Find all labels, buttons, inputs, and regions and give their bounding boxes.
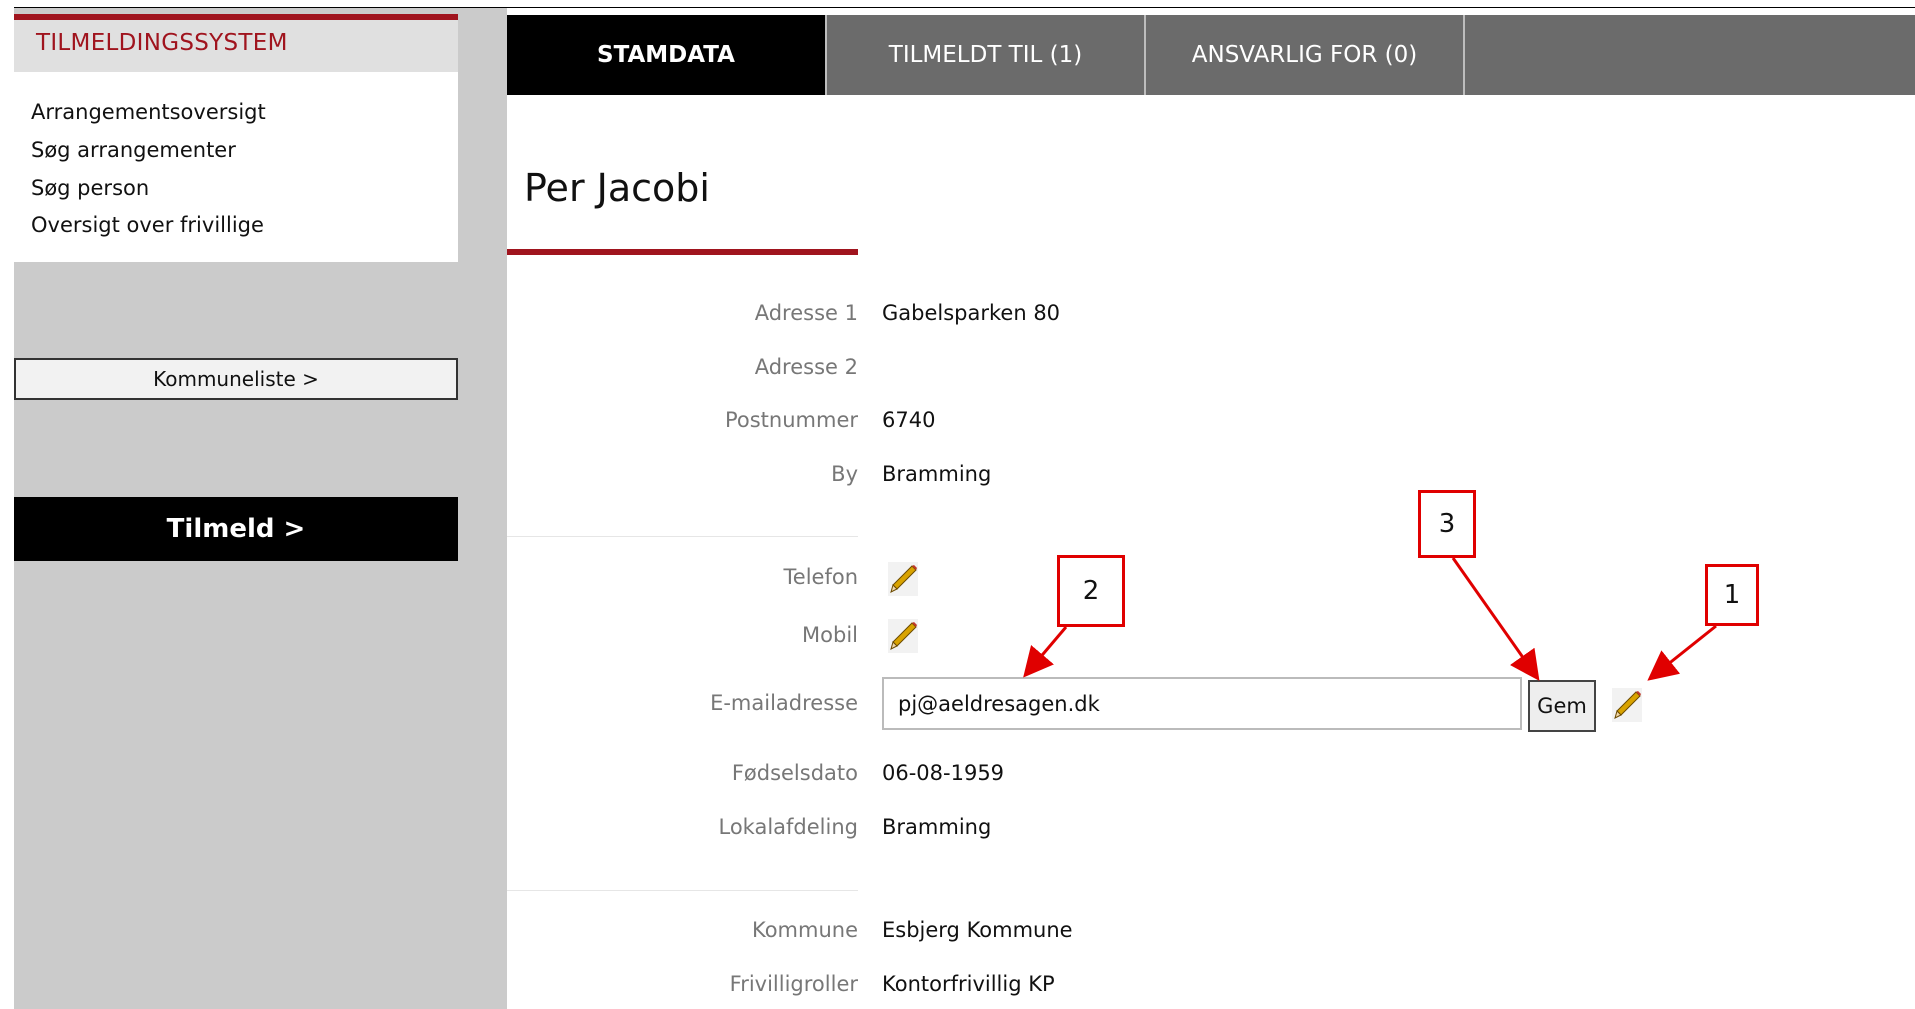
tilmeld-button[interactable]: Tilmeld > (14, 497, 458, 561)
section-divider (507, 536, 858, 537)
tab-divider (1463, 15, 1465, 95)
app-title: TILMELDINGSSYSTEM (36, 30, 288, 56)
menu-item-oversigt-frivillige[interactable]: Oversigt over frivillige (31, 213, 264, 237)
mobil-edit-pencil-icon[interactable] (888, 619, 918, 653)
menu-item-sog-person[interactable]: Søg person (31, 176, 149, 200)
adresse1-value: Gabelsparken 80 (882, 301, 1061, 325)
by-label: By (831, 462, 858, 486)
tab-ansvarlig-for[interactable]: ANSVARLIG FOR (0) (1146, 15, 1463, 95)
fodselsdato-value: 06-08-1959 (882, 761, 1005, 785)
callout-1: 1 (1705, 564, 1759, 626)
menu-item-arrangementsoversigt[interactable]: Arrangementsoversigt (31, 100, 266, 124)
kommune-label: Kommune (751, 918, 858, 942)
email-edit-pencil-icon[interactable] (1612, 688, 1642, 722)
adresse1-label: Adresse 1 (754, 301, 858, 325)
section-divider (507, 890, 858, 891)
adresse2-label: Adresse 2 (754, 355, 858, 379)
postnummer-value: 6740 (882, 408, 936, 432)
callout-2: 2 (1057, 555, 1125, 627)
callout-3: 3 (1418, 490, 1476, 558)
telefon-label: Telefon (783, 565, 858, 589)
brand-accent-bar (14, 14, 458, 20)
kommune-value: Esbjerg Kommune (882, 918, 1073, 942)
lokalafdeling-label: Lokalafdeling (718, 815, 859, 839)
mobil-label: Mobil (802, 623, 858, 647)
by-value: Bramming (882, 462, 992, 486)
tab-tilmeldt-til[interactable]: TILMELDT TIL (1) (827, 15, 1144, 95)
fodselsdato-label: Fødselsdato (731, 761, 858, 785)
telefon-edit-pencil-icon[interactable] (888, 562, 918, 596)
page-title: Per Jacobi (524, 166, 710, 210)
frivilligroller-label: Frivilligroller (729, 972, 858, 996)
kommuneliste-button[interactable]: Kommuneliste > (14, 358, 458, 400)
save-button[interactable]: Gem (1528, 680, 1596, 732)
email-label: E-mailadresse (710, 691, 858, 715)
tab-stamdata[interactable]: STAMDATA (507, 15, 825, 95)
title-underline (507, 249, 858, 255)
postnummer-label: Postnummer (724, 408, 858, 432)
lokalafdeling-value: Bramming (882, 815, 992, 839)
frivilligroller-value: Kontorfrivillig KP (882, 972, 1055, 996)
email-field[interactable] (882, 677, 1522, 730)
menu-item-sog-arrangementer[interactable]: Søg arrangementer (31, 138, 236, 162)
